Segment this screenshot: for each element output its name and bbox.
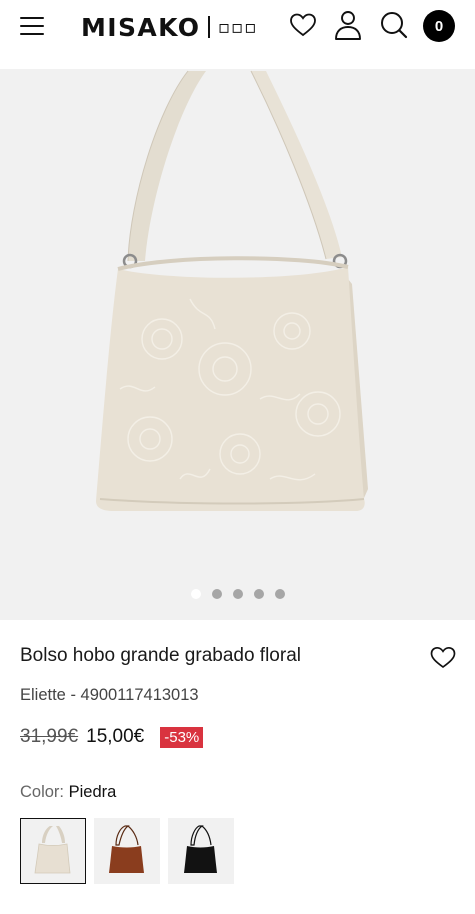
heart-icon[interactable] (289, 11, 317, 39)
cart-icon[interactable]: 0 (423, 10, 455, 42)
product-title: Bolso hobo grande grabado floral (20, 645, 301, 666)
product-image (96, 70, 368, 511)
header: MISAKO ▫▫▫ 0 (0, 0, 475, 54)
bag-thumbnail-icon (34, 826, 71, 874)
product-gallery[interactable] (0, 69, 475, 620)
bag-thumbnail-icon (184, 825, 217, 873)
gallery-dot[interactable] (253, 589, 264, 599)
user-icon[interactable] (333, 9, 363, 41)
gallery-dot[interactable] (274, 589, 285, 599)
brand-flag-icon: ▫▫▫ (217, 16, 258, 38)
old-price: 31,99€ (20, 726, 79, 747)
color-value: Piedra (68, 783, 117, 801)
product-reference: Eliette - 4900117413013 (20, 686, 199, 704)
gallery-dot[interactable] (232, 589, 243, 599)
brand-divider (208, 16, 210, 38)
search-icon[interactable] (379, 10, 409, 40)
gallery-dot[interactable] (190, 589, 201, 599)
current-price: 15,00€ (86, 726, 145, 747)
price-row: 31,99€ 15,00€ -53% (20, 724, 204, 750)
cart-count: 0 (434, 17, 444, 35)
brand-logo[interactable]: MISAKO ▫▫▫ (81, 10, 258, 44)
gallery-dot[interactable] (211, 589, 222, 599)
color-swatches (20, 818, 234, 884)
color-row: Color: Piedra (20, 783, 116, 802)
color-swatch-piedra[interactable] (20, 818, 86, 884)
bag-thumbnail-icon (109, 825, 144, 873)
menu-icon[interactable] (20, 16, 44, 36)
discount-badge: -53% (160, 726, 204, 748)
color-swatch-brown[interactable] (94, 818, 160, 884)
color-swatch-black[interactable] (168, 818, 234, 884)
heart-icon[interactable] (430, 645, 456, 669)
brand-name: MISAKO (81, 12, 201, 42)
gallery-pagination (0, 589, 475, 601)
color-label: Color: (20, 783, 65, 801)
